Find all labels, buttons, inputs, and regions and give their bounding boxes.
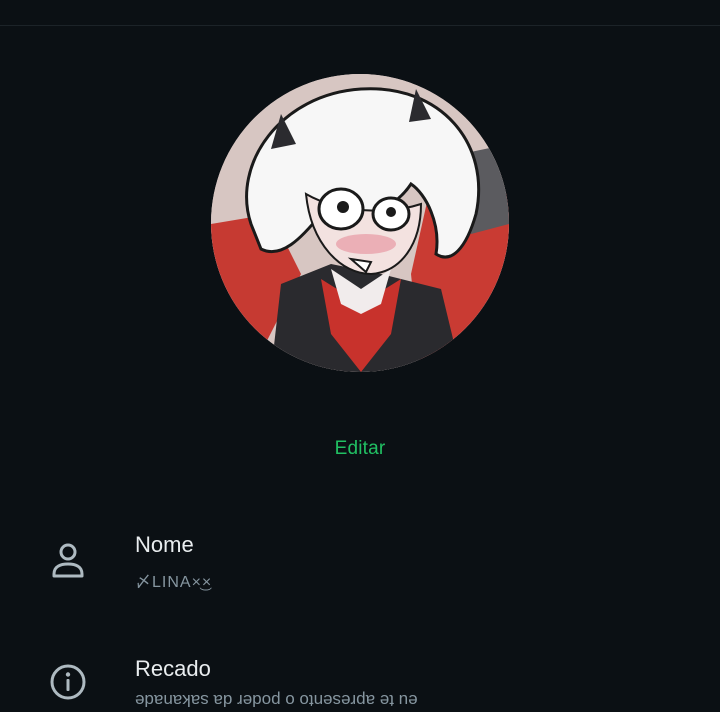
about-row[interactable]: Recado eu te apresento o poder da sakana…: [0, 644, 720, 712]
about-value: eu te apresento o poder da sakanade: [135, 691, 418, 710]
about-label: Recado: [135, 656, 211, 681]
edit-photo-link[interactable]: Editar: [0, 438, 720, 460]
name-label: Nome: [135, 532, 194, 557]
name-row[interactable]: Nome 〆LINA×͜×: [0, 520, 720, 610]
info-icon: [50, 664, 86, 700]
name-value: 〆LINA×͜×: [135, 574, 213, 591]
profile-photo[interactable]: [211, 74, 509, 372]
avatar-illustration: [211, 74, 509, 372]
person-icon: [52, 543, 84, 578]
top-divider: [0, 25, 720, 26]
